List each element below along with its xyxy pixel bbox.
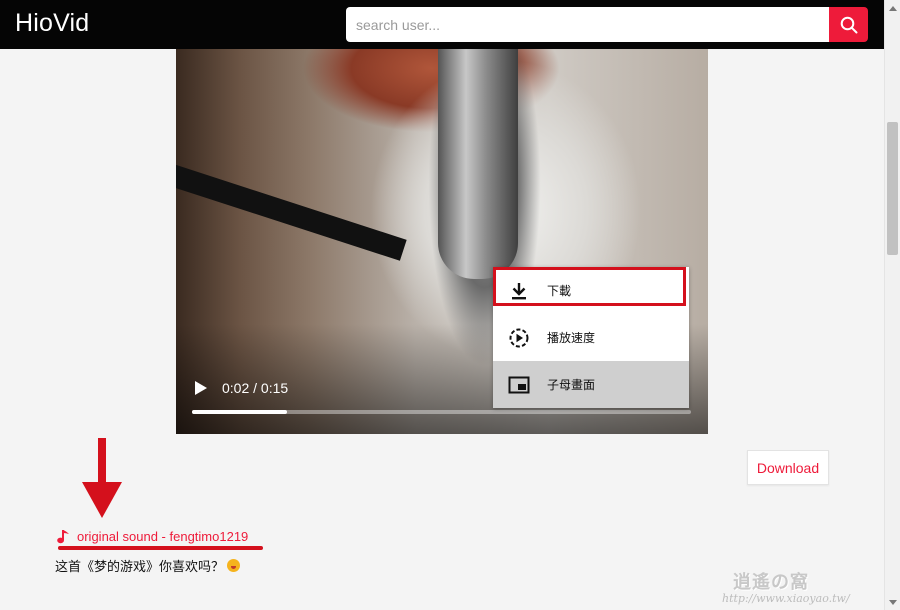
annotation-arrow-icon	[82, 438, 122, 518]
download-icon	[508, 280, 530, 302]
menu-item-label: 子母畫面	[547, 378, 596, 392]
yum-emoji-icon	[227, 559, 241, 572]
picture-in-picture-icon	[508, 374, 530, 396]
play-icon	[195, 381, 207, 395]
menu-item-download[interactable]: 下載	[493, 267, 689, 314]
music-note-icon	[57, 530, 69, 544]
app-logo[interactable]: HioVid	[15, 9, 89, 38]
watermark-url: http://www.xiaoyao.tw/	[722, 592, 850, 605]
download-button[interactable]: Download	[747, 450, 829, 485]
page-scrollbar[interactable]	[884, 0, 900, 610]
video-time: 0:02 / 0:15	[222, 380, 289, 396]
search-button[interactable]	[829, 7, 868, 42]
play-button[interactable]	[194, 380, 208, 396]
playback-speed-icon	[508, 327, 530, 349]
sound-label[interactable]: original sound - fengtimo1219	[77, 529, 248, 544]
search-input[interactable]	[346, 7, 829, 42]
annotation-underline	[58, 546, 263, 550]
top-navbar: HioVid	[0, 0, 884, 49]
menu-item-playback-speed[interactable]: 播放速度	[493, 314, 689, 361]
scroll-up-arrow-icon[interactable]	[888, 3, 898, 13]
microphone	[438, 49, 518, 279]
watermark-logo: 逍遙の窩	[733, 572, 809, 593]
menu-item-label: 播放速度	[547, 331, 596, 345]
video-context-menu: 下載 播放速度 子母畫面	[493, 267, 689, 408]
video-caption: 这首《梦的游戏》你喜欢吗？	[55, 556, 241, 575]
menu-item-picture-in-picture[interactable]: 子母畫面	[493, 361, 689, 408]
video-progress-bar[interactable]	[192, 410, 691, 414]
search-icon	[840, 16, 857, 33]
sound-link[interactable]: original sound - fengtimo1219	[57, 529, 248, 544]
mic-boom-arm	[176, 159, 407, 261]
search-bar	[346, 7, 868, 42]
caption-text: 这首《梦的游戏》你喜欢吗？	[55, 560, 225, 575]
scroll-down-arrow-icon[interactable]	[888, 597, 898, 607]
menu-item-label: 下載	[547, 284, 572, 298]
scrollbar-thumb[interactable]	[887, 122, 898, 255]
video-progress-fill	[192, 410, 287, 414]
